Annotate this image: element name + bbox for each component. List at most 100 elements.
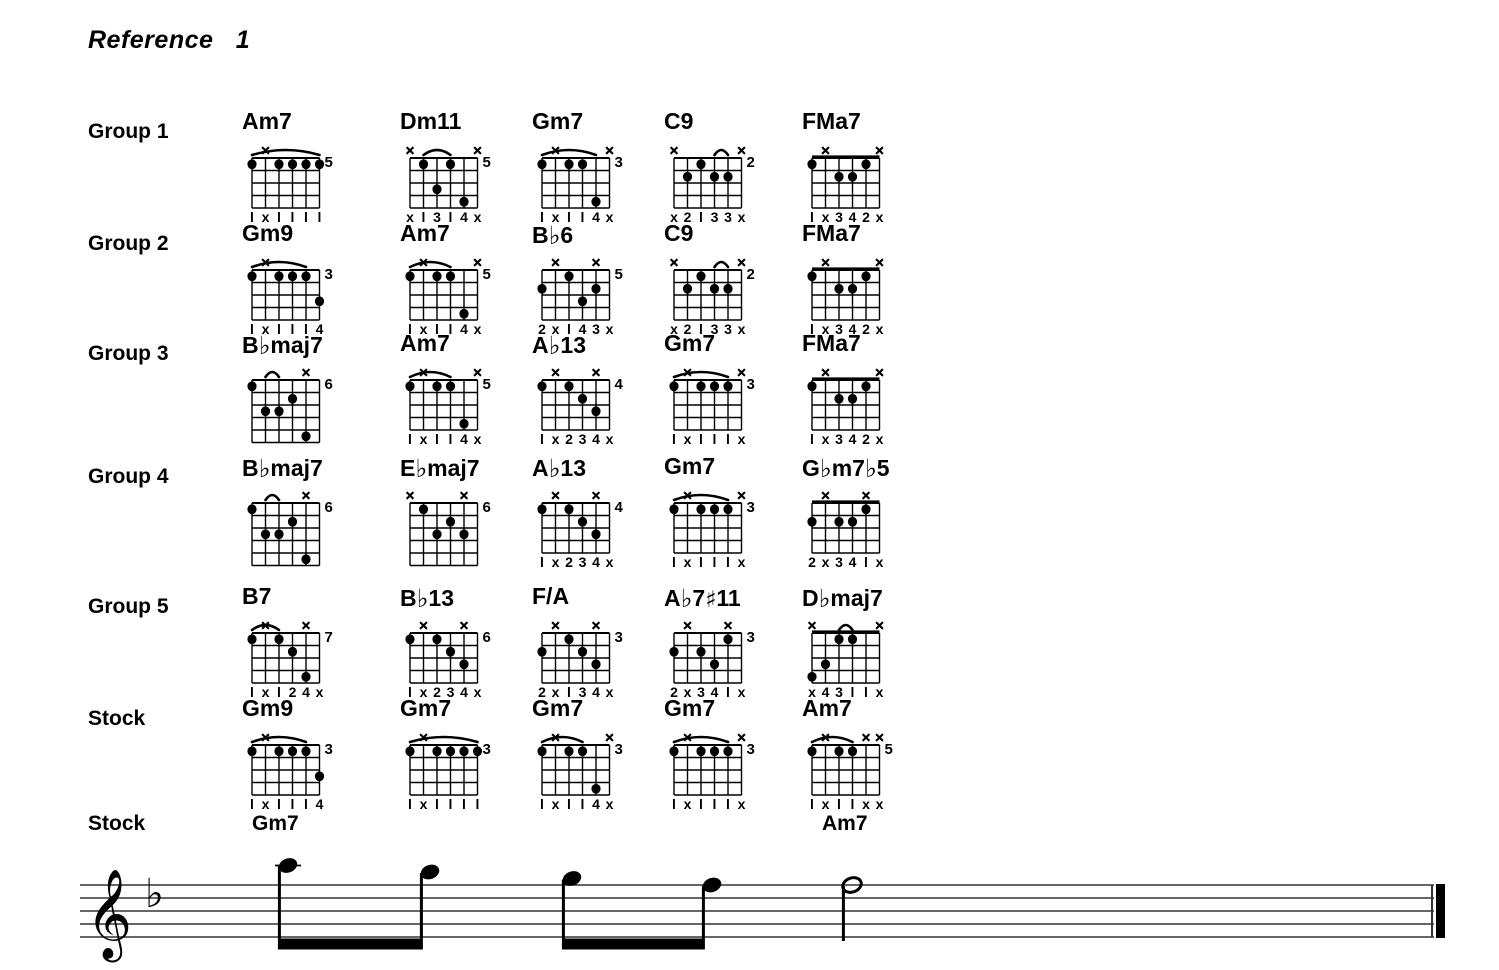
- finger-number-2: 3: [275, 567, 283, 568]
- chord-name: Gm7: [664, 695, 716, 721]
- chord-dot-0: [247, 634, 257, 645]
- chord-dot-0: [405, 381, 415, 392]
- chord-cell[interactable]: Am7 5 l x l l l l: [236, 110, 406, 225]
- mute-marker-5: [875, 733, 884, 742]
- fret-position-number: 4: [615, 376, 624, 393]
- chord-dot-1: [287, 516, 298, 527]
- chord-diagram[interactable]: 2x2l33x: [662, 136, 812, 222]
- mute-marker-5: [473, 368, 482, 377]
- mute-marker-1: [821, 491, 830, 500]
- chord-diagram[interactable]: 5lxllxx: [800, 723, 950, 809]
- finger-number-4: 4: [592, 431, 600, 444]
- stock-chord-label: Gm7: [252, 812, 299, 835]
- mute-marker-4: [591, 621, 601, 630]
- barre-arc: [540, 148, 598, 157]
- barre-arc: [264, 370, 281, 379]
- chord-dot-0: [405, 746, 415, 757]
- top-fret-line: [674, 269, 742, 271]
- chord-diagram[interactable]: 3lxlll4: [240, 723, 390, 809]
- chord-cell[interactable]: Gm9 3 l x l l l 4: [236, 222, 406, 337]
- chord-cell[interactable]: FMa7 l x 3 4 2 x: [796, 222, 966, 337]
- stock-chord-label: Am7: [822, 812, 868, 835]
- barre-arc: [408, 370, 452, 379]
- chord-cell[interactable]: G♭m7♭5 2 x 3 4 l x: [796, 455, 966, 570]
- chord-diagram[interactable]: 3lxlll4: [240, 248, 390, 334]
- chord-diagram[interactable]: 5lxllll: [240, 136, 390, 222]
- chord-diagram[interactable]: lx342x: [800, 136, 950, 222]
- chord-dot-0: [418, 504, 429, 515]
- chord-cell[interactable]: B♭maj76 l 3 3 2 4 x: [236, 455, 406, 570]
- chord-name: FMa7: [802, 220, 861, 246]
- mute-marker-0: [669, 258, 679, 267]
- chord-name: FMa7: [802, 108, 861, 134]
- fret-position-number: 3: [615, 741, 623, 758]
- finger-number-4: 4: [592, 554, 600, 567]
- top-fret-line: [674, 502, 742, 504]
- chord-cell[interactable]: FMa7 l x 3 4 2 x: [796, 332, 966, 447]
- chord-row-4: Group 4B♭maj76l3324xE♭maj76xl324xA♭134lx…: [0, 455, 1499, 570]
- finger-number-4: l: [726, 684, 730, 697]
- chord-dot-0: [723, 634, 733, 645]
- chord-dot-0: [247, 746, 257, 757]
- fret-position-number: 3: [325, 266, 333, 283]
- fret-position-number: 5: [885, 741, 893, 758]
- chord-cell[interactable]: Am7 5 l x l l x x: [796, 697, 966, 812]
- fret-grid: [409, 633, 479, 684]
- top-fret-line: [252, 157, 320, 159]
- chord-diagram[interactable]: 3lxlllx: [662, 723, 812, 809]
- finger-number-5: x: [606, 431, 614, 444]
- mute-marker-5: [473, 146, 482, 155]
- chord-diagram[interactable]: 3lxlllx: [662, 481, 812, 567]
- chord-cell[interactable]: Gm9 3 l x l l l 4: [236, 697, 406, 812]
- chord-cell[interactable]: FMa7 l x 3 4 2 x: [796, 110, 966, 225]
- chord-diagram[interactable]: 32x34lx: [662, 611, 812, 697]
- barre-arc: [713, 260, 730, 269]
- mute-marker-0: [405, 491, 415, 500]
- chord-diagram[interactable]: 3lxlllx: [662, 358, 812, 444]
- chord-dot-3: [847, 171, 858, 182]
- chord-dot-4: [314, 159, 325, 170]
- chord-cell[interactable]: B7 7 l x l 2 4 x: [236, 585, 406, 700]
- chord-dot-3: [591, 196, 601, 207]
- chord-diagram[interactable]: 2x34lx: [800, 481, 950, 567]
- chord-diagram[interactable]: 2x2l33x: [662, 248, 812, 334]
- finger-number-5: x: [606, 684, 614, 697]
- chord-diagram[interactable]: lx342x: [800, 248, 950, 334]
- chord-dot-3: [274, 529, 284, 540]
- chord-dot-2: [432, 184, 442, 195]
- chord-dot-4: [314, 771, 325, 782]
- fret-position-number: 6: [325, 376, 333, 393]
- top-fret-line: [252, 379, 320, 381]
- finger-number-3: 3: [579, 431, 587, 444]
- chord-dot-2: [834, 393, 844, 404]
- treble-clef-icon: 𝄞: [86, 869, 132, 963]
- chord-cell[interactable]: B♭maj76 l 3 3 2 4 x: [236, 332, 406, 447]
- chord-dot-0: [807, 746, 817, 757]
- mute-marker-5: [473, 258, 482, 267]
- finger-number-1: x: [420, 431, 428, 444]
- chord-dot-3: [723, 283, 733, 294]
- chord-dot-3: [847, 283, 858, 294]
- barre-arc: [672, 493, 730, 502]
- chord-dot-1: [274, 159, 284, 170]
- barre-arc: [408, 260, 452, 269]
- mute-marker-4: [459, 621, 469, 630]
- chord-diagram[interactable]: lx342x: [800, 358, 950, 444]
- finger-number-2: l: [699, 431, 703, 444]
- chord-diagram[interactable]: 7lxl24x: [240, 611, 390, 697]
- chord-diagram[interactable]: 6 l 3 3 2 4 x: [240, 358, 390, 444]
- finger-number-0: l: [408, 431, 412, 444]
- chord-dot-1: [669, 646, 679, 657]
- chord-dot-1: [287, 393, 298, 404]
- finger-number-3: 3: [711, 209, 719, 222]
- note-1: [275, 858, 301, 950]
- chord-dot-3: [847, 516, 858, 527]
- chord-dot-0: [537, 746, 547, 757]
- beam: [279, 938, 422, 950]
- top-fret-line: [542, 632, 610, 634]
- chord-cell[interactable]: D♭maj7 x 4 3 l l x: [796, 585, 966, 700]
- chord-diagram[interactable]: 6 l 3 3 2 4 x: [240, 481, 390, 567]
- finger-number-1: x: [684, 554, 692, 567]
- finger-number-2: l: [435, 431, 439, 444]
- chord-diagram[interactable]: x43llx: [800, 611, 950, 697]
